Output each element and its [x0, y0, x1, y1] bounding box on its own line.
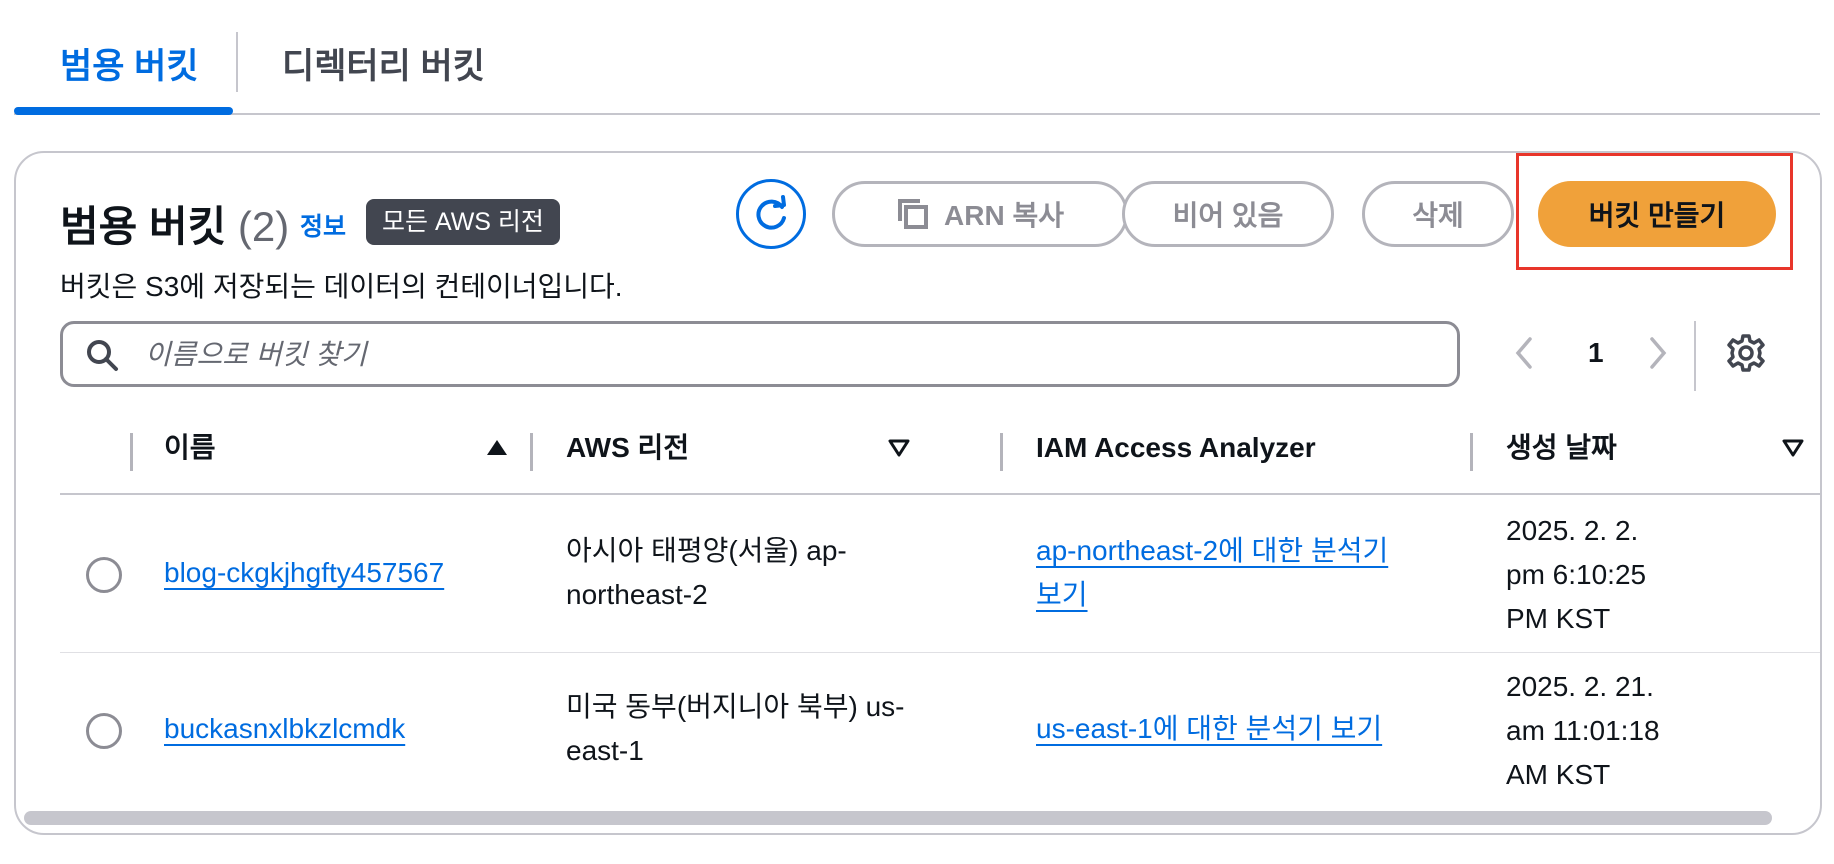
column-divider[interactable] [1000, 433, 1003, 471]
bucket-search-box[interactable] [60, 321, 1460, 387]
search-input[interactable] [143, 332, 1427, 378]
delete-bucket-button[interactable]: 삭제 [1362, 181, 1514, 247]
copy-arn-button[interactable]: ARN 복사 [832, 181, 1128, 247]
table-row: blog-ckgkjhgfty457567 아시아 태평양(서울) ap- no… [60, 495, 1820, 653]
bucket-name-link[interactable]: blog-ckgkjhgfty457567 [164, 557, 444, 588]
panel-title-text: 범용 버킷 [60, 203, 227, 250]
next-page-icon[interactable] [1646, 335, 1670, 371]
tab-general-purpose-buckets[interactable]: 범용 버킷 [60, 38, 199, 89]
column-header-creation-date[interactable]: 생성 날짜 [1506, 413, 1617, 483]
horizontal-scrollbar[interactable] [24, 811, 1772, 825]
row-select-radio[interactable] [86, 713, 122, 749]
previous-page-icon[interactable] [1512, 335, 1536, 371]
panel-title: 범용 버킷 (2) [60, 193, 289, 254]
bucket-count: (2) [237, 203, 290, 250]
access-analyzer-link[interactable]: ap-northeast-2에 대한 분석기 보기 [1036, 529, 1456, 617]
column-divider [130, 433, 133, 471]
gear-icon[interactable] [1726, 333, 1766, 373]
region-badge: 모든 AWS 리전 [366, 199, 560, 245]
empty-bucket-label: 비어 있음 [1172, 200, 1284, 231]
current-page-number[interactable]: 1 [1588, 337, 1604, 369]
copy-icon [898, 199, 929, 229]
access-analyzer-link[interactable]: us-east-1에 대한 분석기 보기 [1036, 707, 1456, 751]
column-header-access-analyzer[interactable]: IAM Access Analyzer [1036, 413, 1316, 483]
copy-arn-label: ARN 복사 [944, 200, 1064, 231]
tab-divider [236, 32, 238, 92]
sort-ascending-icon[interactable] [484, 435, 510, 461]
bucket-type-tabs: 범용 버킷 디렉터리 버킷 [14, 0, 1820, 115]
bucket-region: 미국 동부(버지니아 북부) us- east-1 [566, 691, 905, 766]
bucket-region: 아시아 태평양(서울) ap- northeast-2 [566, 535, 847, 610]
creation-date: 2025. 2. 21. am 11:01:18 AM KST [1506, 671, 1660, 790]
sort-descending-icon[interactable] [1780, 435, 1806, 461]
bucket-name-link[interactable]: buckasnxlbkzlcmdk [164, 713, 405, 744]
creation-date: 2025. 2. 2. pm 6:10:25 PM KST [1506, 515, 1647, 634]
table-row: buckasnxlbkzlcmdk 미국 동부(버지니아 북부) us- eas… [60, 653, 1820, 813]
panel-description: 버킷은 S3에 저장되는 데이터의 컨테이너입니다. [60, 271, 623, 302]
info-link[interactable]: 정보 [300, 207, 346, 243]
row-select-radio[interactable] [86, 557, 122, 593]
search-icon [87, 340, 118, 371]
column-header-region[interactable]: AWS 리전 [566, 413, 689, 483]
buckets-panel: 범용 버킷 (2) 정보 모든 AWS 리전 버킷은 S3에 저장되는 데이터의… [14, 151, 1822, 835]
sort-descending-icon[interactable] [886, 435, 912, 461]
empty-bucket-button[interactable]: 비어 있음 [1122, 181, 1334, 247]
tab-directory-buckets[interactable]: 디렉터리 버킷 [282, 38, 485, 89]
refresh-icon [756, 195, 786, 230]
active-tab-indicator [14, 107, 233, 115]
pagination-divider [1694, 321, 1696, 391]
delete-bucket-label: 삭제 [1412, 200, 1464, 231]
column-divider[interactable] [1470, 433, 1473, 471]
column-divider[interactable] [530, 433, 533, 471]
create-bucket-highlight [1516, 153, 1793, 270]
column-header-name[interactable]: 이름 [164, 413, 216, 483]
refresh-button[interactable] [736, 179, 806, 249]
